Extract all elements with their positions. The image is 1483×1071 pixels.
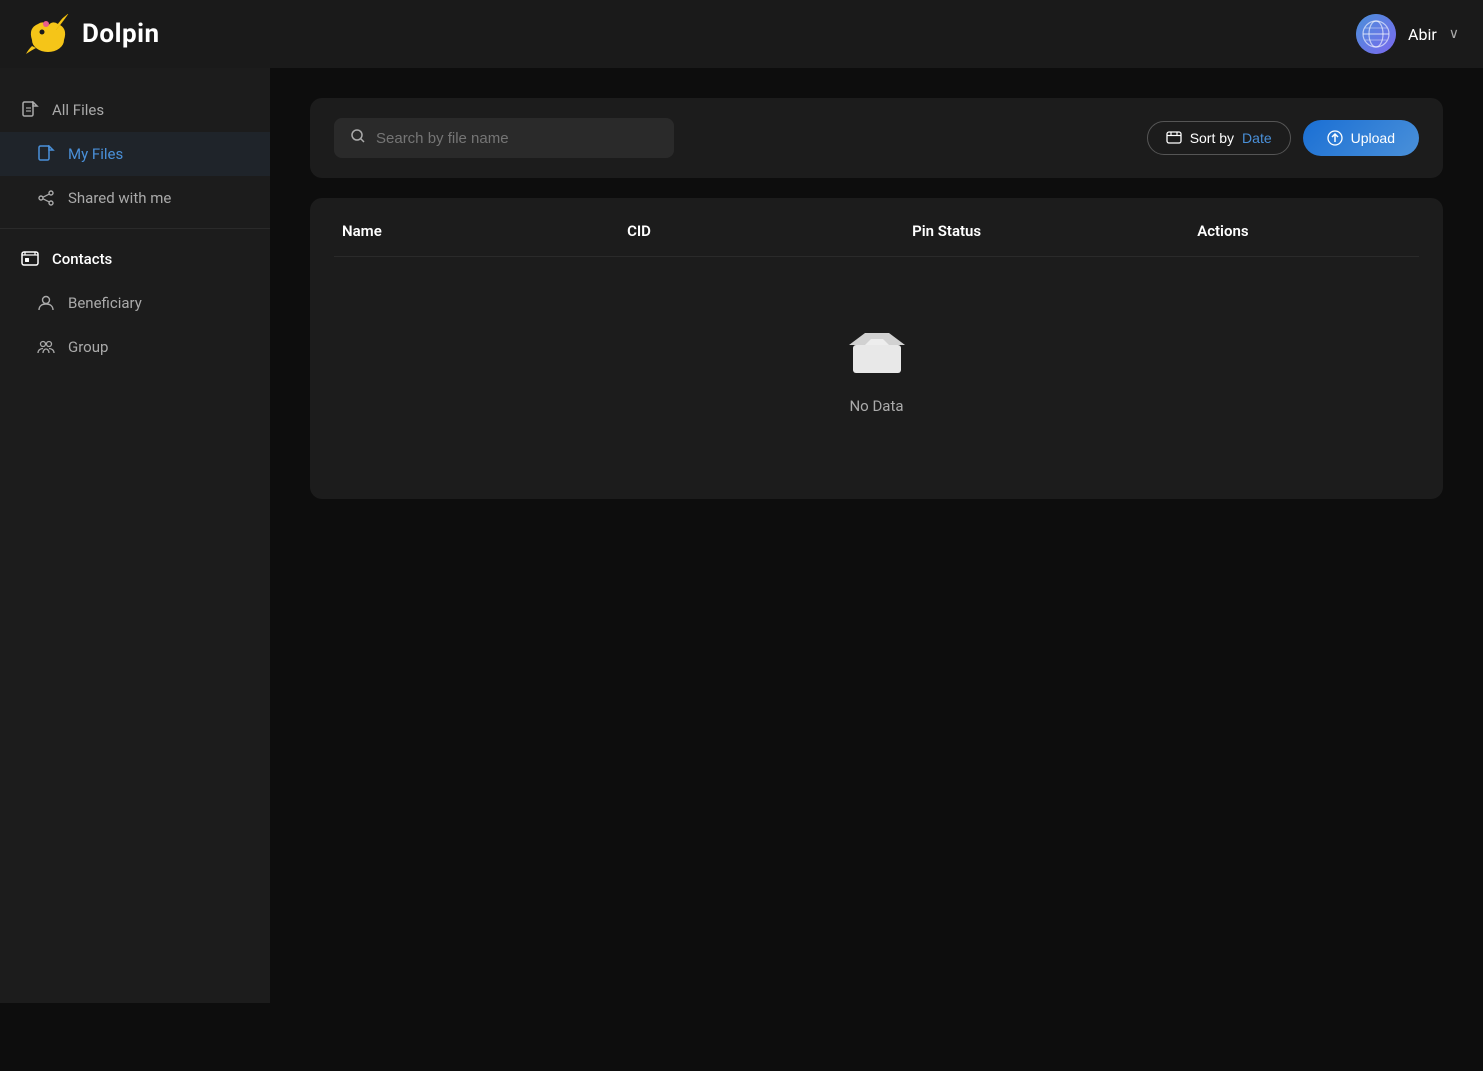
search-icon bbox=[350, 128, 366, 148]
person-icon bbox=[36, 293, 56, 313]
sidebar-item-my-files[interactable]: My Files bbox=[0, 132, 270, 176]
sort-label: Sort by bbox=[1190, 130, 1234, 146]
upload-label: Upload bbox=[1351, 130, 1395, 146]
no-data-area: No Data bbox=[334, 257, 1419, 475]
app-header: Dolpin Abir ∨ bbox=[0, 0, 1483, 68]
sidebar: All Files My Files bbox=[0, 68, 270, 1003]
file-icon bbox=[20, 100, 40, 120]
sidebar-divider bbox=[0, 228, 270, 229]
column-pin-status: Pin Status bbox=[912, 222, 1197, 240]
sidebar-item-all-files[interactable]: All Files bbox=[0, 88, 270, 132]
table-header: Name CID Pin Status Actions bbox=[334, 222, 1419, 257]
no-data-text: No Data bbox=[849, 397, 903, 415]
column-cid: CID bbox=[627, 222, 912, 240]
chevron-down-icon[interactable]: ∨ bbox=[1449, 26, 1459, 42]
upload-button[interactable]: Upload bbox=[1303, 120, 1419, 156]
table-container: Name CID Pin Status Actions No Data bbox=[310, 198, 1443, 499]
logo-icon bbox=[24, 10, 72, 58]
logo-area: Dolpin bbox=[24, 10, 160, 58]
sidebar-item-contacts[interactable]: Contacts bbox=[0, 237, 270, 281]
group-icon bbox=[36, 337, 56, 357]
contacts-icon bbox=[20, 249, 40, 269]
toolbar-right: Sort by Date Upload bbox=[1147, 120, 1419, 156]
header-right: Abir ∨ bbox=[1356, 14, 1459, 54]
user-name: Abir bbox=[1408, 25, 1437, 44]
sidebar-label-my-files: My Files bbox=[68, 145, 123, 163]
sidebar-label-shared-with-me: Shared with me bbox=[68, 189, 171, 207]
layout: All Files My Files bbox=[0, 68, 1483, 1003]
sort-date-value: Date bbox=[1242, 130, 1272, 146]
share-icon bbox=[36, 188, 56, 208]
avatar bbox=[1356, 14, 1396, 54]
no-data-icon bbox=[845, 317, 909, 381]
sidebar-label-contacts: Contacts bbox=[52, 250, 112, 268]
sidebar-label-all-files: All Files bbox=[52, 101, 104, 119]
sidebar-item-shared-with-me[interactable]: Shared with me bbox=[0, 176, 270, 220]
sidebar-item-beneficiary[interactable]: Beneficiary bbox=[0, 281, 270, 325]
sidebar-label-beneficiary: Beneficiary bbox=[68, 294, 142, 312]
sidebar-item-group[interactable]: Group bbox=[0, 325, 270, 369]
search-input[interactable] bbox=[376, 130, 658, 147]
column-actions: Actions bbox=[1197, 222, 1411, 240]
sort-by-date-button[interactable]: Sort by Date bbox=[1147, 121, 1291, 155]
logo-text: Dolpin bbox=[82, 19, 160, 49]
column-name: Name bbox=[342, 222, 627, 240]
search-area bbox=[334, 118, 674, 158]
main-content: Sort by Date Upload Name CID Pin Status bbox=[270, 68, 1483, 1003]
sidebar-label-group: Group bbox=[68, 338, 108, 356]
toolbar: Sort by Date Upload bbox=[310, 98, 1443, 178]
my-file-icon bbox=[36, 144, 56, 164]
